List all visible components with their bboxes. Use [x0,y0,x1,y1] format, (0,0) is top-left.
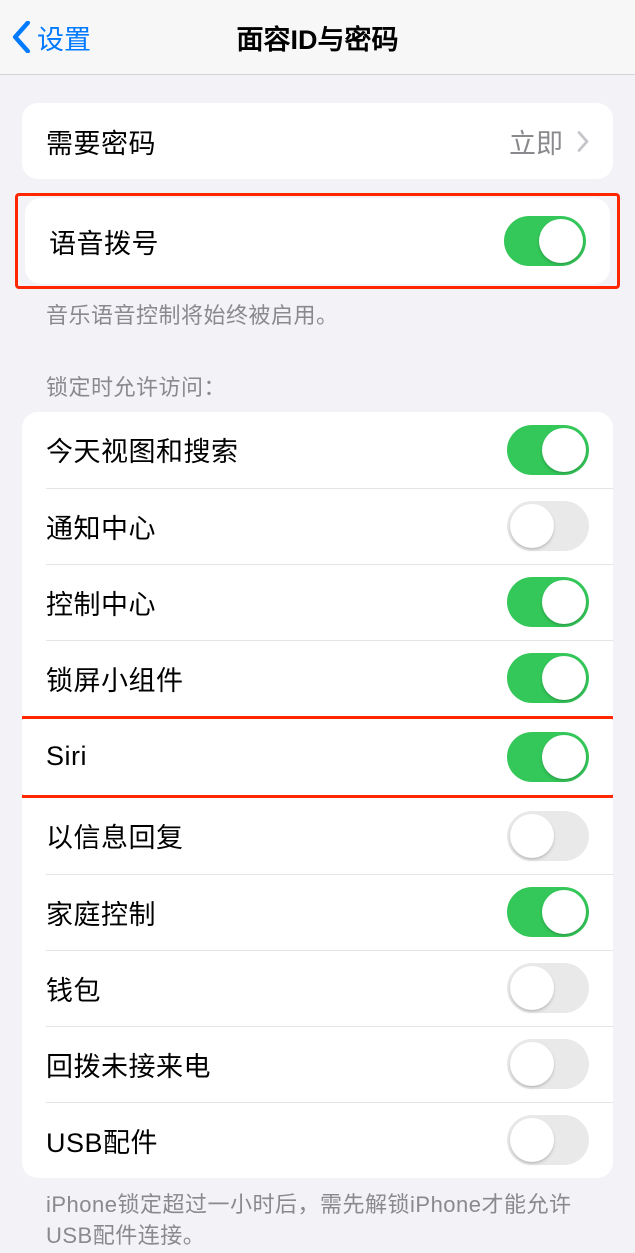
lock-access-label: 钱包 [46,969,101,1008]
page-title: 面容ID与密码 [237,18,399,57]
voice-dial-toggle[interactable] [504,216,586,266]
lock-access-row--: 锁屏小组件 [46,640,613,716]
toggle-knob [510,1118,554,1162]
lock-access-toggle--[interactable] [507,577,589,627]
voice-dial-highlight: 语音拨号 [15,193,620,289]
lock-access-row--: 以信息回复 [22,798,613,874]
lock-access-row--: 通知中心 [46,488,613,564]
lock-access-label: 回拨未接来电 [46,1045,211,1084]
lock-access-label: USB配件 [46,1121,158,1160]
lock-access-toggle-siri[interactable] [507,732,589,782]
siri-highlight: Siri [22,716,613,798]
lock-access-toggle--[interactable] [507,963,589,1013]
voice-dial-row: 语音拨号 [25,198,610,284]
back-button[interactable]: 设置 [0,18,91,57]
lock-access-row-siri: Siri [22,719,613,795]
lock-access-toggle--[interactable] [507,501,589,551]
lock-access-toggle--[interactable] [507,1039,589,1089]
lock-access-footer: iPhone锁定超过一小时后，需先解锁iPhone才能允许USB配件连接。 [22,1178,613,1252]
require-passcode-label: 需要密码 [46,122,156,161]
lock-access-toggle--[interactable] [507,425,589,475]
lock-access-toggle--[interactable] [507,811,589,861]
require-passcode-value: 立即 [509,122,563,161]
lock-access-row-usb-: USB配件 [46,1102,613,1178]
lock-access-label: 控制中心 [46,583,156,622]
toggle-knob [542,890,586,934]
toggle-knob [539,219,583,263]
require-passcode-group: 需要密码 立即 [22,103,613,179]
chevron-right-icon [577,131,589,152]
lock-access-row--: 回拨未接来电 [46,1026,613,1102]
lock-access-label: 家庭控制 [46,893,156,932]
lock-access-toggle--[interactable] [507,887,589,937]
toggle-knob [510,504,554,548]
lock-access-header: 锁定时允许访问： [22,332,613,412]
require-passcode-row[interactable]: 需要密码 立即 [22,103,613,179]
toggle-knob [510,966,554,1010]
voice-dial-label: 语音拨号 [49,222,159,261]
back-label: 设置 [37,18,91,57]
lock-access-label: Siri [46,741,87,772]
lock-access-label: 锁屏小组件 [46,659,184,698]
lock-access-label: 今天视图和搜索 [46,430,239,469]
toggle-knob [510,814,554,858]
toggle-knob [542,735,586,779]
lock-access-row--: 控制中心 [46,564,613,640]
lock-access-label: 通知中心 [46,507,156,546]
voice-dial-group: 语音拨号 [25,198,610,284]
voice-dial-footer: 音乐语音控制将始终被启用。 [22,289,613,332]
nav-header: 设置 面容ID与密码 [0,0,635,75]
toggle-knob [542,656,586,700]
lock-access-group: 今天视图和搜索通知中心控制中心锁屏小组件 Siri 以信息回复家庭控制钱包回拨未接来… [22,412,613,1178]
lock-access-row--: 今天视图和搜索 [22,412,613,488]
lock-access-label: 以信息回复 [46,816,184,855]
toggle-knob [542,428,586,472]
chevron-left-icon [12,21,31,53]
lock-access-row--: 家庭控制 [46,874,613,950]
toggle-knob [542,580,586,624]
lock-access-row--: 钱包 [46,950,613,1026]
toggle-knob [510,1042,554,1086]
lock-access-toggle--[interactable] [507,653,589,703]
lock-access-toggle-usb-[interactable] [507,1115,589,1165]
